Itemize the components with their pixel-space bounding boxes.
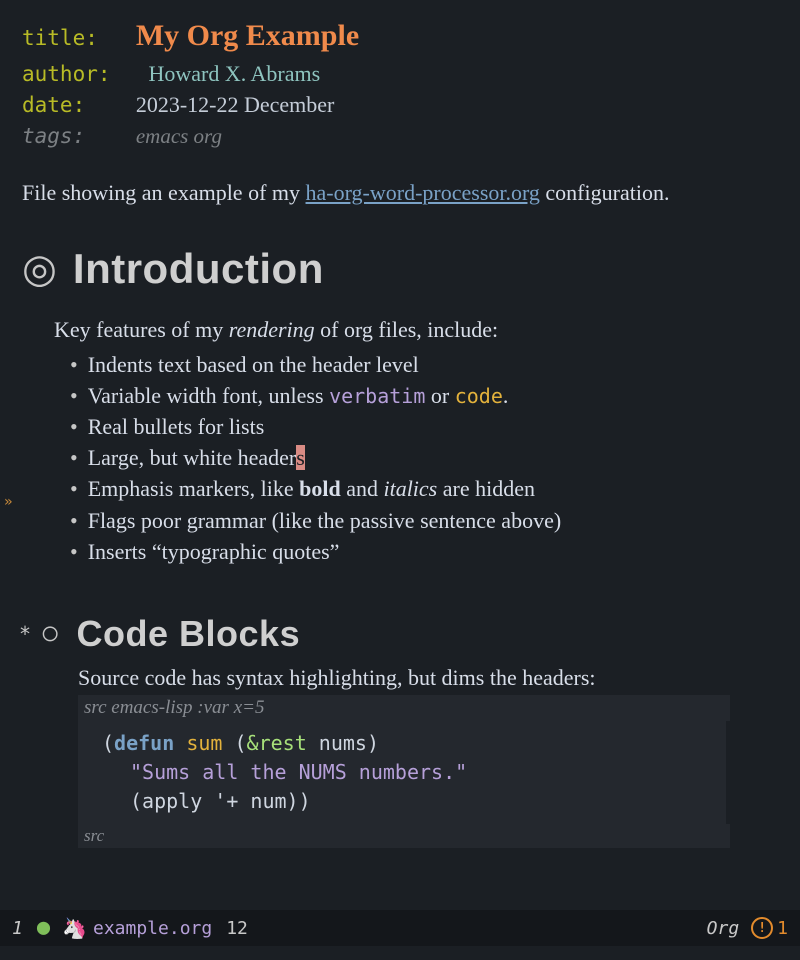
source-block-body[interactable]: (defun sum (&rest nums) "Sums all the NU… [78,721,726,824]
bullet-icon: • [70,505,78,536]
meta-key-title: title: [22,26,98,50]
meta-author-line: author: Howard X. Abrams [22,58,778,90]
cursor: s [296,445,305,470]
fringe-indicator-icon: » [4,494,12,510]
features-lead: Key features of my rendering of org file… [54,317,778,343]
buffer-filename[interactable]: example.org [93,918,212,939]
intro-paragraph: File showing an example of my ha-org-wor… [22,178,778,209]
bullet-icon: • [70,442,78,473]
heading-star-icon: * [19,622,31,646]
document-title: My Org Example [136,19,359,52]
bullet-icon: • [70,380,78,411]
heading-text: Code Blocks [77,613,301,655]
list-item: •Real bullets for lists [70,411,778,442]
meta-title-line: title: My Org Example [22,14,778,58]
heading-bullet-icon: ○ [40,617,61,651]
list-item: •Inserts “typographic quotes” [70,536,778,567]
code-text: code [455,384,503,408]
heading-code-blocks[interactable]: * ○ Code Blocks [22,613,778,655]
list-item: •Emphasis markers, like bold and italics… [70,473,778,504]
flycheck-warnings[interactable]: ! 1 [751,917,788,939]
meta-key-date: date: [22,93,85,117]
meta-key-author: author: [22,62,111,86]
intro-text-post: configuration. [540,180,670,205]
editor-buffer[interactable]: title: My Org Example author: Howard X. … [0,0,800,908]
document-author: Howard X. Abrams [148,61,320,86]
meta-key-tags: tags: [22,124,85,148]
source-block-header: src emacs-lisp :var x=5 [78,695,730,721]
unicorn-icon: 🦄 [62,916,87,940]
heading-introduction[interactable]: ◎ Introduction [22,245,778,293]
line-number: 12 [226,918,248,939]
bullet-icon: • [70,411,78,442]
docstring: "Sums all the NUMS numbers." [130,760,467,784]
modeline[interactable]: 1 ● 🦄 example.org 12 Org ! 1 [0,910,800,946]
features-section: Key features of my rendering of org file… [54,317,778,568]
config-link[interactable]: ha-org-word-processor.org [306,180,540,205]
source-block-footer: src [78,824,730,848]
list-item: •Flags poor grammar (like the passive se… [70,505,778,536]
code-section: Source code has syntax highlighting, but… [78,665,778,848]
bullet-icon: • [70,473,78,504]
bullet-icon: • [70,536,78,567]
warning-count: 1 [777,918,788,939]
major-mode[interactable]: Org [707,918,740,939]
verbatim-text: verbatim [329,384,425,408]
warning-icon: ! [751,917,773,939]
window-number: 1 [12,918,23,939]
code-section-lead: Source code has syntax highlighting, but… [78,665,778,691]
list-item: •Variable width font, unless verbatim or… [70,380,778,411]
list-item: •Indents text based on the header level [70,349,778,380]
bullet-icon: • [70,349,78,380]
heading-bullet-icon: ◎ [22,249,57,289]
intro-text-pre: File showing an example of my [22,180,306,205]
document-tags: emacs org [136,124,222,148]
meta-tags-line: tags: emacs org [22,121,778,151]
document-date: 2023-12-22 December [136,92,335,117]
features-list: •Indents text based on the header level … [70,349,778,568]
source-block[interactable]: src emacs-lisp :var x=5 (defun sum (&res… [78,695,778,848]
list-item: •Large, but white headers [70,442,778,473]
meta-date-line: date: 2023-12-22 December [22,89,778,121]
heading-text: Introduction [73,245,324,293]
